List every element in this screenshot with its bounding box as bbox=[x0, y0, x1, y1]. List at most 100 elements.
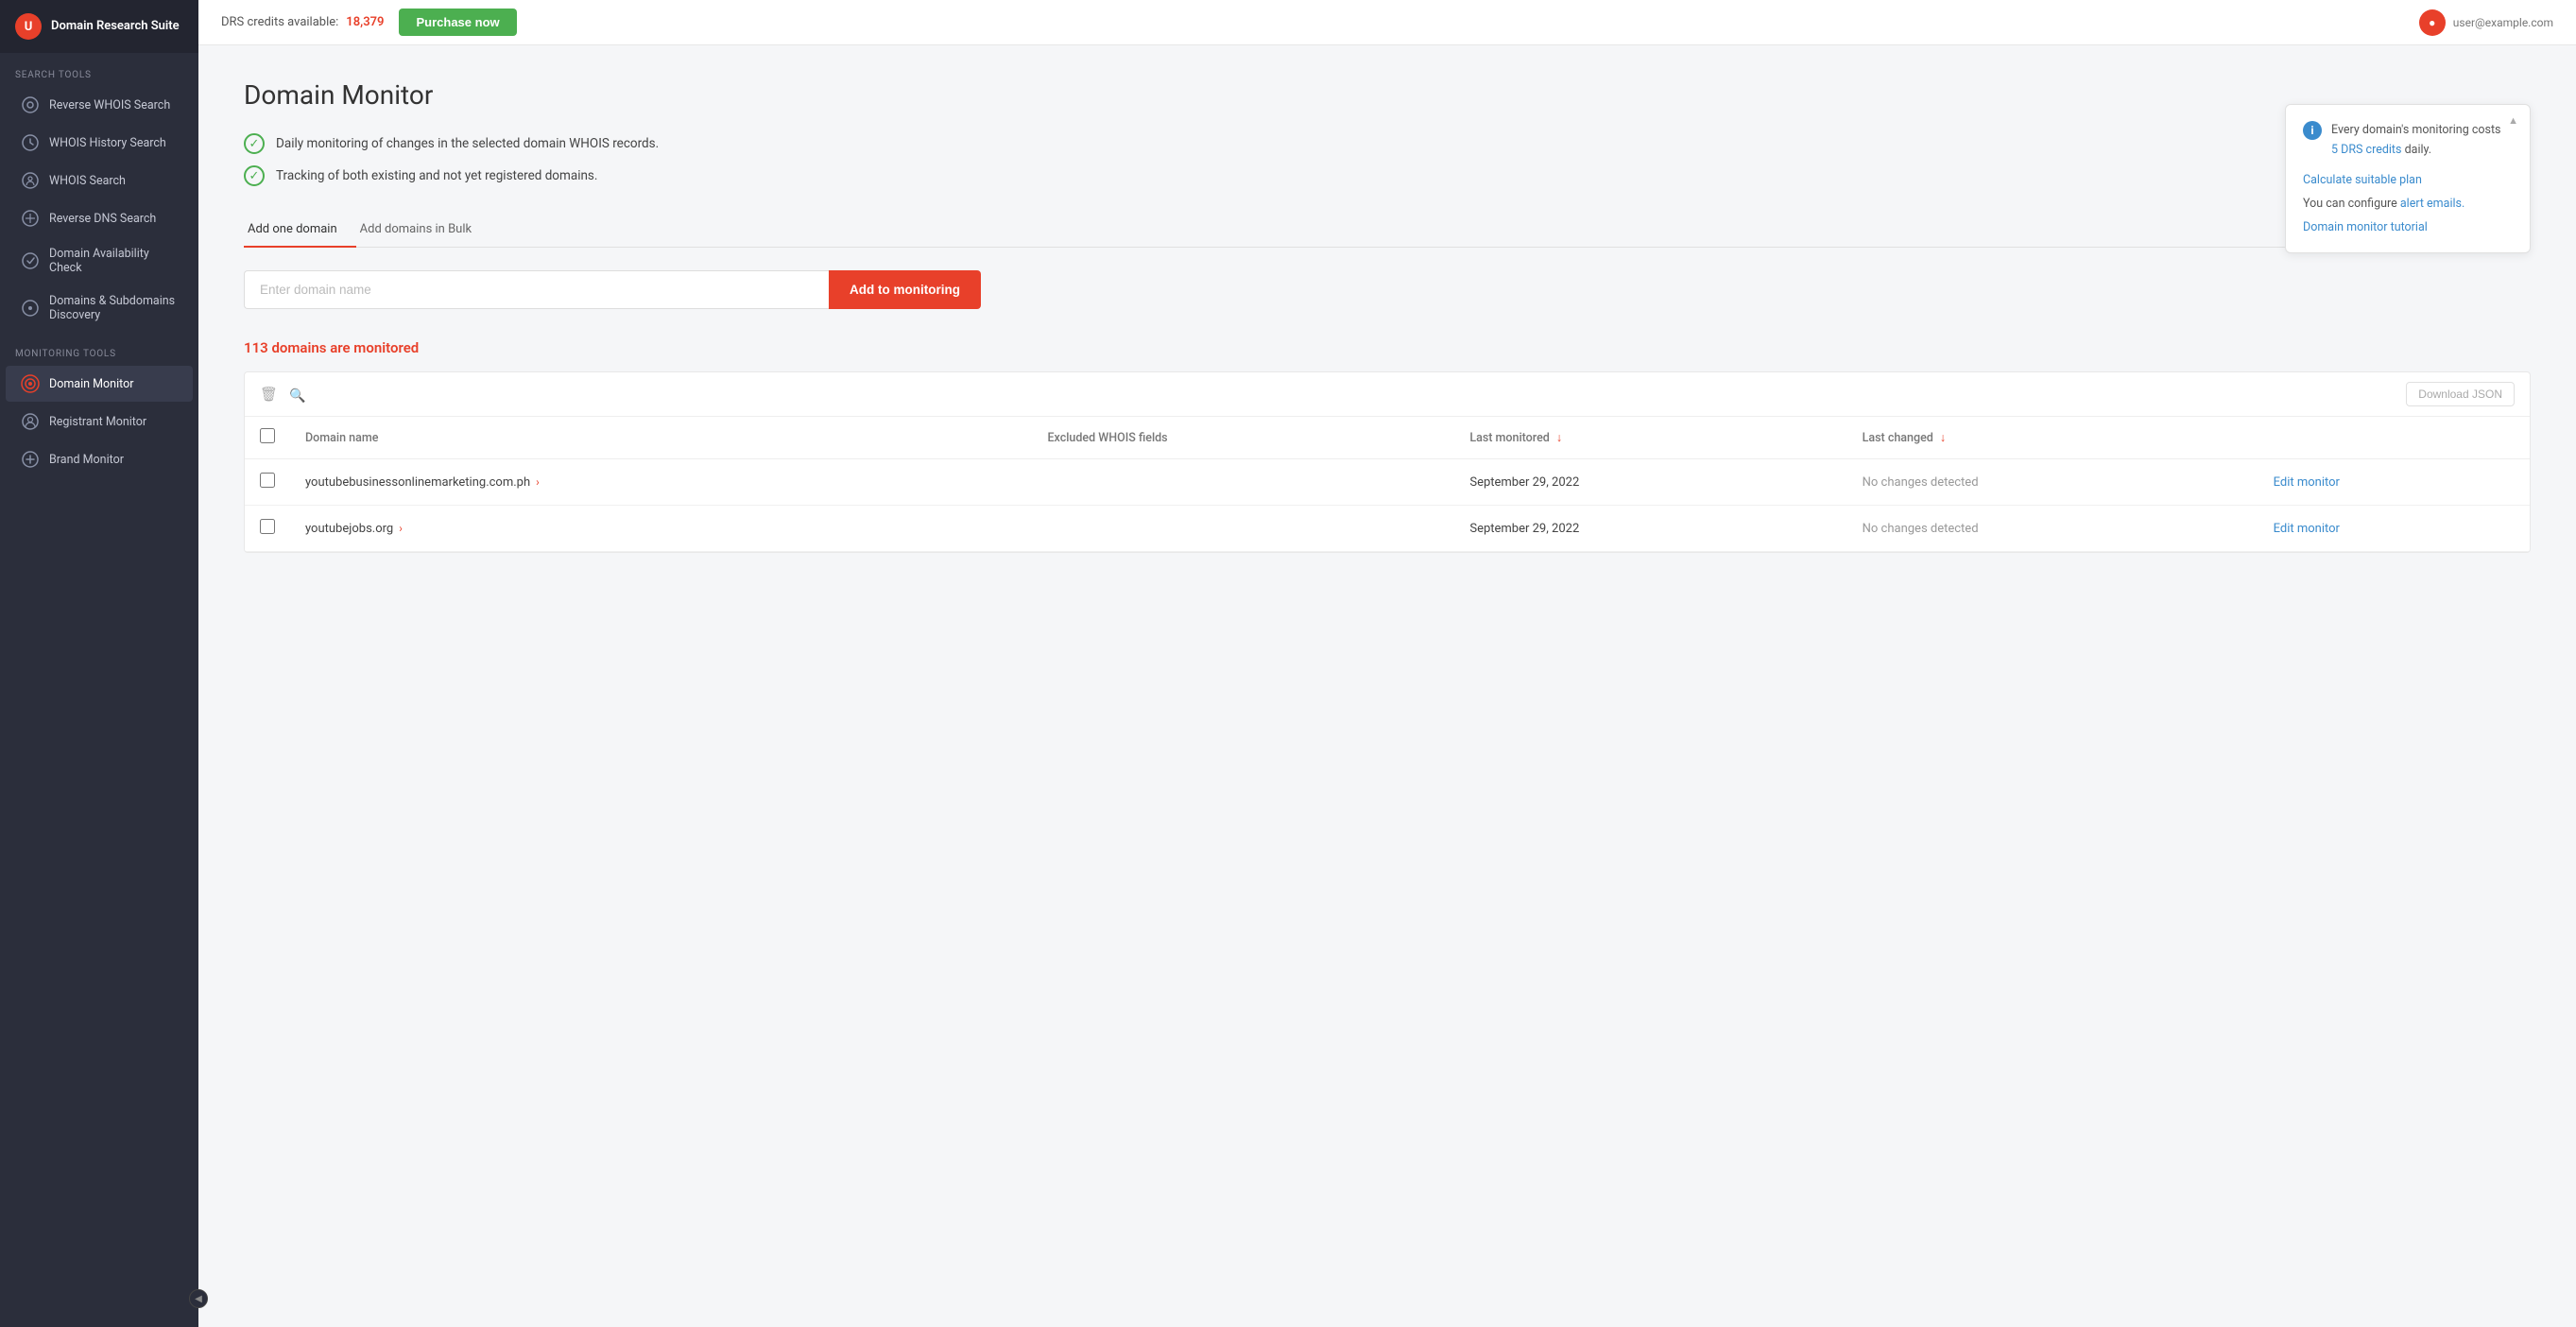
domains-table: Domain name Excluded WHOIS fields Last m… bbox=[245, 417, 2530, 552]
feature-list: ✓ Daily monitoring of changes in the sel… bbox=[244, 133, 2531, 186]
sidebar-item-domains-subdomains[interactable]: Domains & Subdomains Discovery bbox=[6, 285, 193, 331]
topbar-left: DRS credits available: 18,379 Purchase n… bbox=[221, 9, 517, 36]
row-1-domain-name: youtubebusinessonlinemarketing.com.ph bbox=[305, 475, 530, 490]
row-1-checkbox-cell bbox=[245, 459, 290, 506]
whois-icon bbox=[21, 171, 40, 190]
tab-add-bulk[interactable]: Add domains in Bulk bbox=[356, 213, 490, 248]
info-panel-tutorial: Domain monitor tutorial bbox=[2303, 217, 2513, 237]
select-all-th bbox=[245, 417, 290, 459]
row-1-domain: youtubebusinessonlinemarketing.com.ph › bbox=[305, 475, 1017, 490]
row-2-no-changes: No changes detected bbox=[1863, 522, 1979, 536]
page-content: ▲ i Every domain's monitoring costs 5 DR… bbox=[198, 45, 2576, 1327]
table-search: 🔍 bbox=[289, 386, 2395, 404]
info-panel-text: Every domain's monitoring costs 5 DRS cr… bbox=[2331, 120, 2501, 161]
app-logo: U bbox=[15, 13, 42, 40]
sidebar-header: U Domain Research Suite bbox=[0, 0, 198, 53]
row-2-edit-button[interactable]: Edit monitor bbox=[2274, 522, 2340, 536]
add-domain-row: Add to monitoring bbox=[244, 270, 981, 309]
info-panel: ▲ i Every domain's monitoring costs 5 DR… bbox=[2285, 104, 2531, 253]
domain-availability-icon bbox=[21, 251, 40, 270]
col-last-changed[interactable]: Last changed ↓ bbox=[1847, 417, 2258, 459]
tutorial-link[interactable]: Domain monitor tutorial bbox=[2303, 220, 2428, 234]
row-2-changed-cell: No changes detected bbox=[1847, 506, 2258, 552]
row-1-no-changes: No changes detected bbox=[1863, 475, 1979, 490]
user-avatar: ● bbox=[2419, 9, 2446, 36]
registrant-monitor-icon bbox=[21, 412, 40, 431]
sidebar-item-label: Reverse WHOIS Search bbox=[49, 98, 170, 112]
monitored-number: 113 bbox=[244, 339, 268, 356]
sort-arrow-monitored: ↓ bbox=[1556, 431, 1562, 445]
alert-emails-link[interactable]: alert emails. bbox=[2400, 197, 2464, 211]
feature-text-2: Tracking of both existing and not yet re… bbox=[276, 168, 597, 183]
row-1-domain-arrow[interactable]: › bbox=[536, 475, 540, 489]
sidebar-item-brand-monitor[interactable]: Brand Monitor bbox=[6, 441, 193, 477]
reverse-whois-icon bbox=[21, 95, 40, 114]
sidebar-item-label: WHOIS History Search bbox=[49, 136, 166, 150]
col-last-monitored[interactable]: Last monitored ↓ bbox=[1454, 417, 1846, 459]
download-json-button[interactable]: Download JSON bbox=[2406, 382, 2515, 406]
whois-history-icon bbox=[21, 133, 40, 152]
row-1-checkbox[interactable] bbox=[260, 473, 275, 488]
sidebar: U Domain Research Suite Search tools Rev… bbox=[0, 0, 198, 1327]
info-panel-calculate: Calculate suitable plan bbox=[2303, 170, 2513, 190]
row-1-excluded-cell bbox=[1032, 459, 1454, 506]
add-to-monitoring-button[interactable]: Add to monitoring bbox=[829, 270, 981, 309]
table-delete-icon[interactable]: 🗑 bbox=[260, 386, 278, 403]
sidebar-item-whois[interactable]: WHOIS Search bbox=[6, 163, 193, 198]
domain-table-wrapper: 🗑 🔍 Download JSON Domain name Excluded W… bbox=[244, 371, 2531, 553]
row-1-domain-cell: youtubebusinessonlinemarketing.com.ph › bbox=[290, 459, 1032, 506]
table-row: youtubejobs.org › September 29, 2022 No … bbox=[245, 506, 2530, 552]
sidebar-item-reverse-whois[interactable]: Reverse WHOIS Search bbox=[6, 87, 193, 123]
purchase-button[interactable]: Purchase now bbox=[399, 9, 516, 36]
row-1-changed-cell: No changes detected bbox=[1847, 459, 2258, 506]
table-row: youtubebusinessonlinemarketing.com.ph › … bbox=[245, 459, 2530, 506]
table-header: Domain name Excluded WHOIS fields Last m… bbox=[245, 417, 2530, 459]
row-2-checkbox-cell bbox=[245, 506, 290, 552]
select-all-checkbox[interactable] bbox=[260, 428, 275, 443]
row-2-domain-arrow[interactable]: › bbox=[399, 522, 403, 535]
col-excluded-whois: Excluded WHOIS fields bbox=[1032, 417, 1454, 459]
sidebar-item-registrant-monitor[interactable]: Registrant Monitor bbox=[6, 404, 193, 439]
domain-input[interactable] bbox=[244, 270, 829, 309]
sidebar-item-label: WHOIS Search bbox=[49, 174, 126, 188]
credits-label: DRS credits available: bbox=[221, 15, 338, 29]
info-panel-collapse-button[interactable]: ▲ bbox=[2508, 112, 2518, 130]
feature-text-1: Daily monitoring of changes in the selec… bbox=[276, 136, 659, 151]
row-1-action-cell: Edit monitor bbox=[2258, 459, 2530, 506]
calculate-plan-link[interactable]: Calculate suitable plan bbox=[2303, 173, 2422, 187]
sidebar-item-label: Registrant Monitor bbox=[49, 415, 146, 429]
feature-item-1: ✓ Daily monitoring of changes in the sel… bbox=[244, 133, 2531, 154]
sidebar-item-whois-history[interactable]: WHOIS History Search bbox=[6, 125, 193, 161]
search-icon: 🔍 bbox=[289, 388, 305, 404]
row-2-domain-cell: youtubejobs.org › bbox=[290, 506, 1032, 552]
row-1-edit-button[interactable]: Edit monitor bbox=[2274, 475, 2340, 490]
info-panel-header: i Every domain's monitoring costs 5 DRS … bbox=[2303, 120, 2513, 161]
search-tools-label: Search tools bbox=[0, 53, 198, 86]
sidebar-item-label: Brand Monitor bbox=[49, 453, 124, 467]
sidebar-item-domain-availability[interactable]: Domain Availability Check bbox=[6, 238, 193, 284]
sidebar-title: Domain Research Suite bbox=[51, 19, 180, 34]
sidebar-item-label: Domain Availability Check bbox=[49, 247, 178, 275]
col-actions bbox=[2258, 417, 2530, 459]
table-toolbar: 🗑 🔍 Download JSON bbox=[245, 372, 2530, 417]
sidebar-item-domain-monitor[interactable]: Domain Monitor bbox=[6, 366, 193, 402]
info-panel-configure: You can configure alert emails. bbox=[2303, 194, 2513, 214]
row-1-monitored-cell: September 29, 2022 bbox=[1454, 459, 1846, 506]
topbar: DRS credits available: 18,379 Purchase n… bbox=[198, 0, 2576, 45]
brand-monitor-icon bbox=[21, 450, 40, 469]
info-icon: i bbox=[2303, 121, 2322, 140]
table-body: youtubebusinessonlinemarketing.com.ph › … bbox=[245, 459, 2530, 552]
row-2-checkbox[interactable] bbox=[260, 519, 275, 534]
monitored-count: 113 domains are monitored bbox=[244, 339, 2531, 356]
user-name: user@example.com bbox=[2453, 16, 2553, 29]
tab-add-one[interactable]: Add one domain bbox=[244, 213, 356, 248]
row-2-action-cell: Edit monitor bbox=[2258, 506, 2530, 552]
col-domain-name: Domain name bbox=[290, 417, 1032, 459]
credits-link[interactable]: 5 DRS credits bbox=[2331, 143, 2401, 157]
monitoring-tools-label: Monitoring tools bbox=[0, 332, 198, 365]
sidebar-item-reverse-dns[interactable]: Reverse DNS Search bbox=[6, 200, 193, 236]
sidebar-item-label: Domains & Subdomains Discovery bbox=[49, 294, 178, 322]
check-icon-1: ✓ bbox=[244, 133, 265, 154]
row-2-excluded-cell bbox=[1032, 506, 1454, 552]
row-2-domain-name: youtubejobs.org bbox=[305, 522, 393, 536]
